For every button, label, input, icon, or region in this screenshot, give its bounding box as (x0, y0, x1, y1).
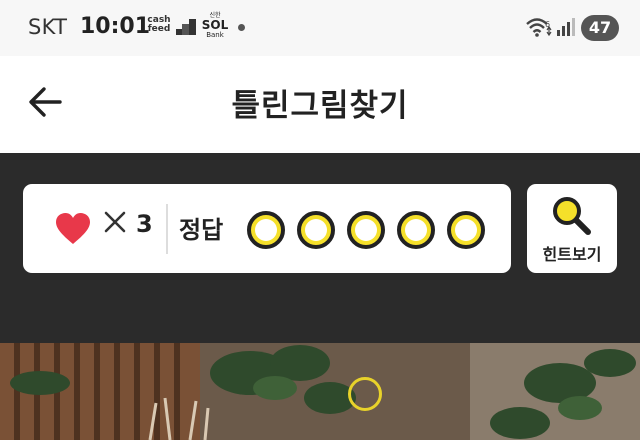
signal-icon (557, 18, 575, 36)
puzzle-photo (0, 343, 640, 440)
carrier-label: SKT (28, 15, 68, 39)
game-status-panel: 3 정답 힌트보기 (0, 153, 640, 343)
answer-slot (447, 211, 485, 249)
sol-bank-icon: 신한 SOL Bank (200, 12, 230, 39)
answer-slot (247, 211, 285, 249)
status-card: 3 정답 (23, 184, 511, 273)
cashfeed-line2: feed (147, 24, 171, 34)
multiply-icon (104, 211, 126, 233)
cashfeed-icon: cash feed (146, 16, 172, 34)
puzzle-image[interactable] (0, 343, 640, 440)
heart-icon (56, 213, 90, 244)
magnifier-icon (553, 197, 591, 235)
divider (166, 204, 168, 254)
answer-slot (297, 211, 335, 249)
status-bar: SKT 10:01 cash feed 신한 SOL Bank 6 47 (0, 0, 640, 56)
battery-indicator: 47 (581, 15, 619, 41)
sol-main-text: SOL (201, 18, 229, 32)
answer-slot (397, 211, 435, 249)
hint-button[interactable]: 힌트보기 (527, 184, 617, 273)
clock: 10:01 (80, 14, 151, 39)
answer-label: 정답 (179, 216, 224, 244)
wifi-icon: 6 (526, 18, 552, 37)
notification-dot-icon (238, 24, 245, 31)
hint-label: 힌트보기 (542, 245, 602, 264)
found-difference-marker (348, 377, 382, 411)
lives-count: 3 (136, 210, 153, 238)
app-header: 틀린그림찾기 (0, 56, 640, 153)
sol-bottom-text: Bank (206, 31, 224, 39)
page-title: 틀린그림찾기 (231, 88, 409, 124)
answer-slot (347, 211, 385, 249)
stairs-app-icon (176, 19, 196, 35)
answer-slots (247, 211, 485, 249)
